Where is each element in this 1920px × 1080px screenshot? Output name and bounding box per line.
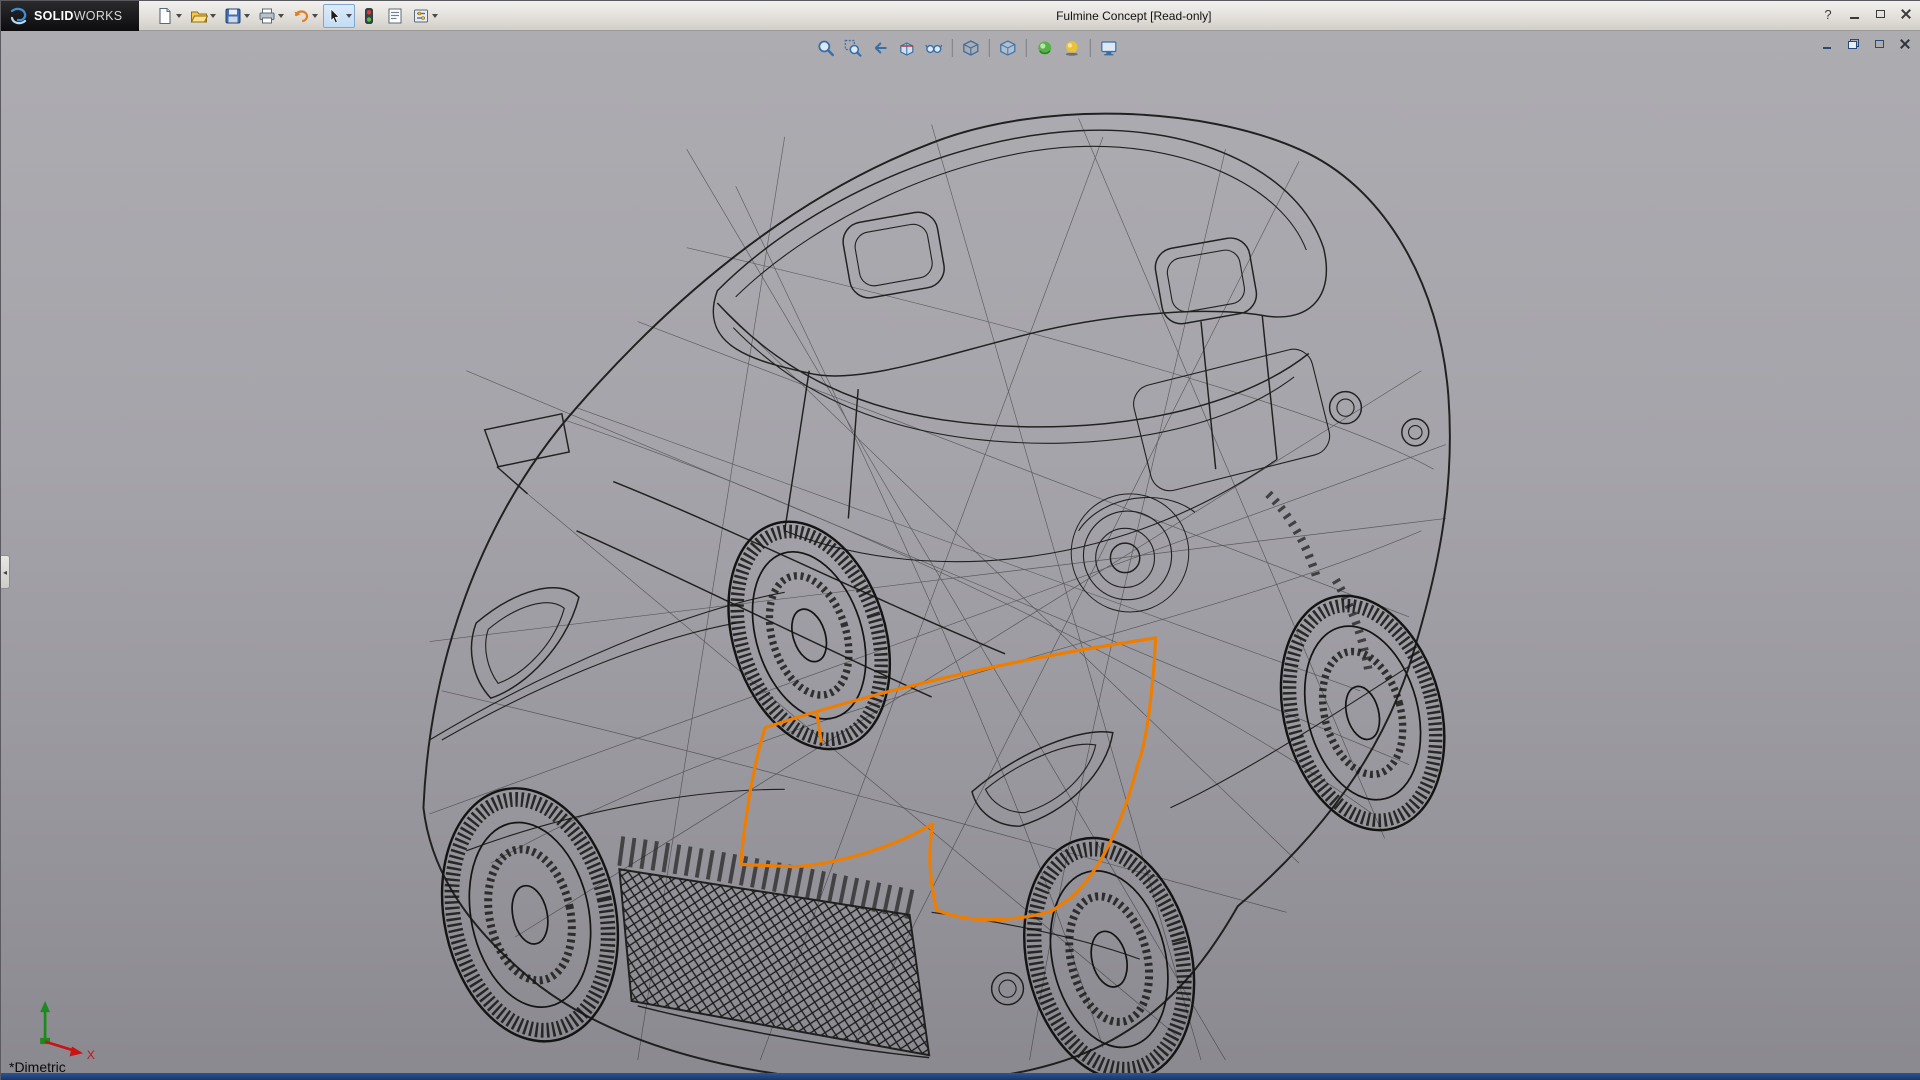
new-document-dropdown[interactable]	[176, 14, 182, 18]
save-icon	[224, 7, 242, 25]
new-document-icon	[156, 7, 174, 25]
toolbar-separator	[1090, 39, 1091, 57]
options-dropdown[interactable]	[432, 14, 438, 18]
save-dropdown[interactable]	[244, 14, 250, 18]
display-style-icon	[999, 39, 1017, 57]
hide-show-items-icon	[925, 39, 943, 57]
apply-scene-icon	[1063, 39, 1081, 57]
titlebar: SOLIDWORKS	[1, 1, 1920, 31]
options-button[interactable]	[409, 4, 441, 28]
previous-view-icon	[871, 39, 889, 57]
view-orientation-button[interactable]	[959, 36, 983, 60]
hide-show-items-button[interactable]	[922, 36, 946, 60]
document-restore-icon	[1848, 39, 1859, 49]
window-controls: ?	[1817, 4, 1917, 24]
status-strip	[1, 1073, 1920, 1080]
reference-triad: X	[40, 1001, 95, 1062]
view-orientation-icon	[962, 39, 980, 57]
headsup-view-toolbar	[810, 35, 1125, 61]
select-dropdown[interactable]	[346, 14, 352, 18]
select-tool-button[interactable]	[323, 4, 355, 28]
document-maximize-button[interactable]	[1869, 35, 1889, 53]
edit-appearance-icon	[1036, 39, 1054, 57]
toolbar-separator	[989, 39, 990, 57]
document-minimize-button[interactable]	[1817, 35, 1837, 53]
print-icon	[258, 7, 276, 25]
close-icon	[1901, 9, 1911, 19]
zoom-to-fit-icon	[817, 39, 835, 57]
construction-lines	[430, 118, 1446, 1060]
document-maximize-icon	[1875, 40, 1884, 48]
toolbar-separator	[1026, 39, 1027, 57]
help-button[interactable]: ?	[1817, 4, 1839, 24]
zoom-to-fit-button[interactable]	[814, 36, 838, 60]
print-button[interactable]	[255, 4, 287, 28]
document-window-controls	[1817, 35, 1915, 53]
solidworks-window: { "titlebar": { "logo_solid": "SOLID", "…	[0, 0, 1920, 1080]
wheel-front-left[interactable]	[420, 772, 641, 1058]
undo-icon	[292, 7, 310, 25]
apply-scene-button[interactable]	[1060, 36, 1084, 60]
rebuild-traffic-light-icon	[360, 7, 378, 25]
document-close-icon	[1900, 39, 1910, 49]
undo-button[interactable]	[289, 4, 321, 28]
display-style-button[interactable]	[996, 36, 1020, 60]
options-icon	[412, 7, 430, 25]
document-minimize-icon	[1823, 47, 1831, 49]
file-properties-icon	[386, 7, 404, 25]
close-button[interactable]	[1895, 4, 1917, 24]
zoom-to-area-icon	[844, 39, 862, 57]
main-toolbar	[153, 4, 441, 28]
car-body-geometry[interactable]	[423, 114, 1449, 1080]
undo-dropdown[interactable]	[312, 14, 318, 18]
maximize-icon	[1876, 10, 1885, 18]
open-folder-icon	[190, 7, 208, 25]
dassault-systemes-logo-icon	[9, 7, 29, 25]
wheel-rear-right[interactable]	[1256, 577, 1469, 848]
feature-panel-collapse-tab[interactable]: ◂	[1, 555, 10, 589]
maximize-button[interactable]	[1869, 4, 1891, 24]
open-button[interactable]	[187, 4, 219, 28]
section-view-button[interactable]	[895, 36, 919, 60]
app-logo: SOLIDWORKS	[1, 1, 139, 31]
app-logo-text: SOLIDWORKS	[34, 9, 122, 23]
document-restore-button[interactable]	[1843, 35, 1863, 53]
select-cursor-icon	[326, 7, 344, 25]
view-settings-button[interactable]	[1097, 36, 1121, 60]
wireframe-car-model[interactable]: X	[1, 31, 1920, 1080]
zoom-to-area-button[interactable]	[841, 36, 865, 60]
new-document-button[interactable]	[153, 4, 185, 28]
rebuild-button[interactable]	[357, 4, 381, 28]
view-settings-icon	[1100, 39, 1118, 57]
open-dropdown[interactable]	[210, 14, 216, 18]
triad-x-label: X	[87, 1048, 95, 1062]
document-close-button[interactable]	[1895, 35, 1915, 53]
save-button[interactable]	[221, 4, 253, 28]
previous-view-button[interactable]	[868, 36, 892, 60]
wheel-rear-left[interactable]	[701, 501, 917, 771]
selected-edge-highlight[interactable]	[741, 638, 1156, 920]
toolbar-separator	[952, 39, 953, 57]
minimize-icon	[1850, 17, 1859, 19]
section-view-icon	[898, 39, 916, 57]
graphics-viewport[interactable]: X	[1, 31, 1920, 1080]
print-dropdown[interactable]	[278, 14, 284, 18]
edit-appearance-button[interactable]	[1033, 36, 1057, 60]
file-properties-button[interactable]	[383, 4, 407, 28]
minimize-button[interactable]	[1843, 4, 1865, 24]
window-title: Fulmine Concept [Read-only]	[1056, 9, 1211, 23]
